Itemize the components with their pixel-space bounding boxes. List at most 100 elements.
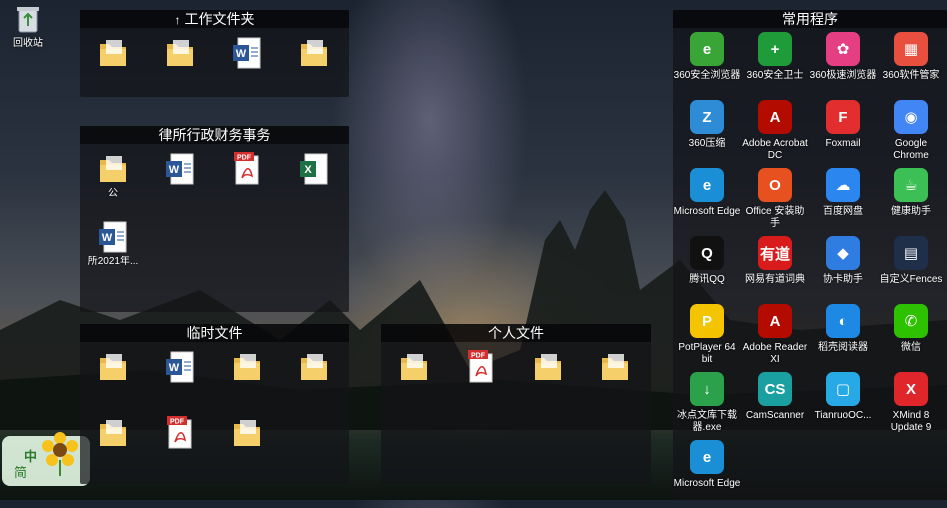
app-shortcut[interactable]: CS CamScanner: [741, 372, 809, 440]
adobe-reader-icon: A: [758, 304, 792, 338]
file-item[interactable]: [80, 346, 146, 408]
app-shortcut[interactable]: ↓ 冰点文库下载器.exe: [673, 372, 741, 440]
app-label: 360安全浏览器: [673, 70, 741, 81]
fence-title[interactable]: ↑ 工作文件夹: [80, 10, 349, 28]
fence-title[interactable]: 临时文件: [80, 324, 349, 342]
app-shortcut[interactable]: ▦ 360软件管家: [877, 32, 945, 100]
app-label: PotPlayer 64 bit: [678, 342, 736, 365]
ime-char-jian: 简: [14, 465, 28, 480]
file-item[interactable]: [515, 346, 581, 408]
baidu-netdisk-icon: ☁: [826, 168, 860, 202]
fence-title[interactable]: 常用程序: [673, 10, 947, 28]
app-shortcut[interactable]: ☁ 百度网盘: [809, 168, 877, 236]
file-item[interactable]: PDF: [147, 412, 213, 474]
file-item[interactable]: W 所2021年...: [80, 216, 146, 278]
fence-title[interactable]: 律所行政财务事务: [80, 126, 349, 144]
ime-widget[interactable]: 中 简: [2, 432, 90, 486]
file-item[interactable]: W: [147, 346, 213, 408]
word-icon: W: [98, 220, 128, 254]
folder-icon: [98, 152, 128, 186]
app-shortcut[interactable]: O Office 安装助手: [741, 168, 809, 236]
folder-icon: [232, 416, 262, 450]
fence-work-folder: ↑ 工作文件夹 W: [80, 10, 349, 97]
app-label: 冰点文库下载器.exe: [677, 410, 737, 433]
app-shortcut[interactable]: Z 360压缩: [673, 100, 741, 168]
app-shortcut[interactable]: ☕ 健康助手: [877, 168, 945, 236]
recycle-bin-label: 回收站: [13, 38, 43, 49]
app-shortcut[interactable]: 有道 网易有道词典: [741, 236, 809, 304]
app-shortcut[interactable]: ✿ 360极速浏览器: [809, 32, 877, 100]
app-label: 微信: [901, 342, 921, 353]
file-item[interactable]: [214, 346, 280, 408]
folder-icon: [232, 350, 262, 384]
app-label: 网易有道词典: [745, 274, 805, 285]
app-shortcut[interactable]: e 360安全浏览器: [673, 32, 741, 100]
folder-icon: [98, 36, 128, 70]
app-shortcut[interactable]: ◉ Google Chrome: [877, 100, 945, 168]
file-item[interactable]: PDF: [214, 148, 280, 210]
xieka-icon: ◆: [826, 236, 860, 270]
word-icon: W: [165, 350, 195, 384]
app-label: Adobe Reader XI: [742, 342, 808, 365]
recycle-bin[interactable]: 回收站: [6, 4, 50, 54]
file-item[interactable]: PDF: [448, 346, 514, 408]
file-item[interactable]: W: [147, 148, 213, 210]
app-shortcut[interactable]: P PotPlayer 64 bit: [673, 304, 741, 372]
file-item[interactable]: [214, 412, 280, 474]
file-item[interactable]: 公: [80, 148, 146, 210]
file-item[interactable]: [281, 346, 347, 408]
app-shortcut[interactable]: F Foxmail: [809, 100, 877, 168]
360-guard-icon: +: [758, 32, 792, 66]
foxmail-icon: F: [826, 100, 860, 134]
folder-icon: [533, 350, 563, 384]
file-item[interactable]: [381, 346, 447, 408]
app-shortcut[interactable]: Q 腾讯QQ: [673, 236, 741, 304]
app-shortcut[interactable]: A Adobe Acrobat DC: [741, 100, 809, 168]
file-item[interactable]: W: [214, 32, 280, 94]
qq-icon: Q: [690, 236, 724, 270]
app-shortcut[interactable]: e Microsoft Edge: [673, 168, 741, 236]
up-arrow-icon: ↑: [174, 13, 181, 27]
tianruo-ocr-icon: ▢: [826, 372, 860, 406]
app-label: Microsoft Edge: [673, 478, 741, 489]
fence-common-programs: 常用程序 e 360安全浏览器 +360安全卫士 ✿ 360极速浏览器 ▦ 360软件管家 Z…: [673, 10, 947, 500]
app-shortcut[interactable]: +360安全卫士: [741, 32, 809, 100]
app-shortcut[interactable]: ◐ 稻壳阅读器: [809, 304, 877, 372]
recycle-bin-icon: [17, 7, 39, 33]
app-shortcut[interactable]: A Adobe Reader XI: [741, 304, 809, 372]
camscanner-icon: CS: [758, 372, 792, 406]
app-label: 自定义Fences: [879, 274, 943, 285]
app-shortcut[interactable]: X XMind 8 Update 9: [877, 372, 945, 440]
folder-icon: [98, 350, 128, 384]
app-shortcut[interactable]: ▢ TianruoOC...: [809, 372, 877, 440]
folder-icon: [98, 416, 128, 450]
app-shortcut[interactable]: e Microsoft Edge: [673, 440, 741, 508]
svg-text:PDF: PDF: [170, 419, 185, 426]
file-item[interactable]: X: [281, 148, 347, 210]
file-item[interactable]: [582, 346, 648, 408]
potplayer-icon: P: [690, 304, 724, 338]
pdf-icon: PDF: [165, 416, 195, 450]
app-label: 腾讯QQ: [689, 274, 725, 285]
360-software-manager-icon: ▦: [894, 32, 928, 66]
fence-law-admin: 律所行政财务事务 公 W PDF X W 所2021年...: [80, 126, 349, 312]
pdf-icon: PDF: [466, 350, 496, 384]
app-label: Foxmail: [825, 138, 861, 149]
file-item[interactable]: [147, 32, 213, 94]
360-zip-icon: Z: [690, 100, 724, 134]
svg-text:W: W: [169, 362, 180, 374]
folder-icon: [299, 36, 329, 70]
file-item[interactable]: [80, 32, 146, 94]
file-item[interactable]: [80, 412, 146, 474]
app-label: 稻壳阅读器: [818, 342, 868, 353]
excel-icon: X: [299, 152, 329, 186]
app-shortcut[interactable]: ✆ 微信: [877, 304, 945, 372]
fence-title[interactable]: 个人文件: [381, 324, 651, 342]
sunflower-icon: [42, 432, 78, 476]
app-shortcut[interactable]: ◆ 协卡助手: [809, 236, 877, 304]
app-label: Google Chrome: [893, 138, 929, 161]
svg-text:W: W: [236, 48, 247, 60]
app-label: 360压缩: [688, 138, 726, 149]
app-shortcut[interactable]: ▤ 自定义Fences: [877, 236, 945, 304]
file-item[interactable]: [281, 32, 347, 94]
